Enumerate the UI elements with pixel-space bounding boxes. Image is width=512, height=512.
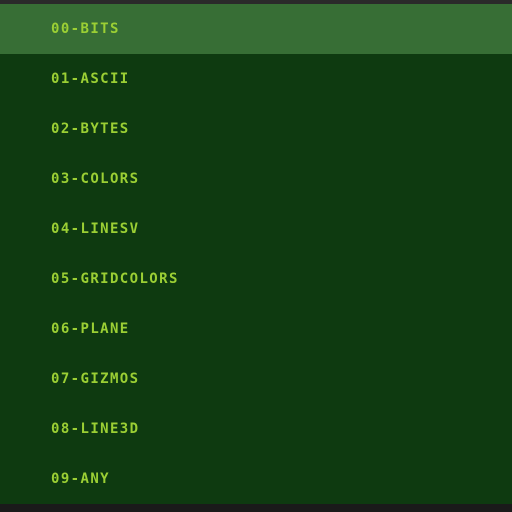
menu-item-02-bytes[interactable]: 02-bytes — [0, 104, 512, 154]
screen: 00-bits 01-ascii 02-bytes 03-colors 04-l… — [0, 0, 512, 512]
menu-item-01-ascii[interactable]: 01-ascii — [0, 54, 512, 104]
menu-item-03-colors[interactable]: 03-colors — [0, 154, 512, 204]
menu-item-label: 01-ascii — [51, 71, 130, 87]
menu-item-08-line3d[interactable]: 08-line3d — [0, 404, 512, 454]
menu-item-label: 06-plane — [51, 321, 130, 337]
menu-list: 00-bits 01-ascii 02-bytes 03-colors 04-l… — [0, 4, 512, 504]
menu-item-09-any[interactable]: 09-any — [0, 454, 512, 504]
menu-item-label: 09-any — [51, 471, 110, 487]
menu-item-06-plane[interactable]: 06-plane — [0, 304, 512, 354]
menu-item-label: 08-line3d — [51, 421, 140, 437]
menu-item-label: 05-gridcolors — [51, 271, 179, 287]
menu-item-label: 02-bytes — [51, 121, 130, 137]
menu-item-label: 04-linesv — [51, 221, 140, 237]
menu-item-label: 07-gizmos — [51, 371, 140, 387]
menu-item-04-linesv[interactable]: 04-linesv — [0, 204, 512, 254]
menu-item-07-gizmos[interactable]: 07-gizmos — [0, 354, 512, 404]
menu-item-label: 03-colors — [51, 171, 140, 187]
menu-item-00-bits[interactable]: 00-bits — [0, 4, 512, 54]
bottom-bar — [0, 504, 512, 512]
menu-item-label: 00-bits — [51, 21, 120, 37]
menu-item-05-gridcolors[interactable]: 05-gridcolors — [0, 254, 512, 304]
